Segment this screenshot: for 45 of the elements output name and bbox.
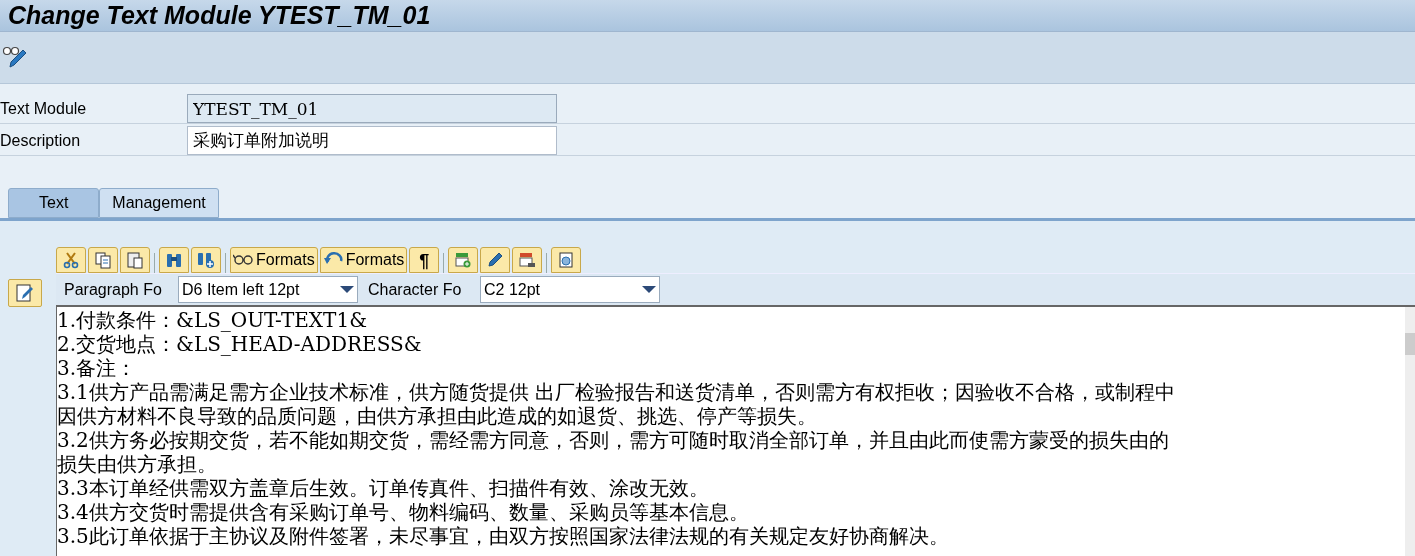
toolbar-button[interactable] — [551, 247, 582, 273]
paragraph-format-label: Paragraph Fo — [64, 279, 163, 300]
toolbar-button[interactable] — [191, 247, 221, 273]
text-line: 3.2供方务必按期交货，若不能如期交货，需经需方同意，否则，需方可随时取消全部订单，并且由此而使需方蒙受的损失由的 — [57, 428, 1169, 452]
text-line: 3.1供方产品需满足需方企业技术标准，供方随货提供 出厂检验报告和送货清单，否则需方有权拒收；因验收不合格，或制程中 — [57, 380, 1176, 404]
window-title: Change Text Module YTEST_TM_01 — [8, 0, 431, 31]
text-line: 2.交货地点：&LS_HEAD-ADDRESS& — [57, 332, 422, 356]
toolbar-button[interactable] — [88, 247, 118, 273]
binoculars-icon — [165, 251, 183, 269]
text-line: 3.4供方交货时需提供含有采购订单号、物料编码、数量、采购员等基本信息。 — [57, 500, 749, 524]
paragraph-format-dropdown[interactable]: D6 Item left 12pt — [178, 276, 358, 303]
delete-row-icon — [518, 251, 537, 269]
scissors-icon — [62, 251, 80, 269]
glasses-icon — [233, 252, 255, 268]
character-format-label: Character Fo — [368, 279, 463, 300]
text-line: 3.备注： — [57, 356, 137, 380]
paste-icon — [126, 251, 144, 269]
copy-icon — [94, 251, 112, 269]
character-format-dropdown[interactable]: C2 12pt — [480, 276, 660, 303]
edit-icon[interactable] — [8, 279, 42, 307]
field-label: Text Module — [0, 98, 88, 119]
toolbar-button[interactable] — [120, 247, 150, 273]
toolbar-button[interactable] — [159, 247, 189, 273]
paragraph-marks-button[interactable]: ¶ — [409, 247, 440, 273]
display-change-icon[interactable] — [2, 44, 28, 70]
tab[interactable]: Text — [8, 188, 100, 218]
text-line: 因供方材料不良导致的品质问题，由供方承担由此造成的如退货、挑选、停产等损失。 — [57, 404, 817, 428]
toolbar-button[interactable] — [448, 247, 479, 273]
toolbar-button[interactable] — [512, 247, 543, 273]
pencil-icon — [486, 251, 505, 269]
tab[interactable]: Management — [99, 188, 219, 218]
toolbar-button[interactable] — [56, 247, 86, 273]
field-label: Description — [0, 130, 82, 151]
document-icon — [557, 251, 576, 269]
scrollbar-thumb[interactable] — [1405, 333, 1415, 355]
formats-button[interactable]: Formats — [319, 247, 408, 273]
formats-button[interactable]: Formats — [230, 247, 318, 273]
input-field[interactable]: 采购订单附加说明 — [187, 126, 557, 155]
text-line: 损失由供方承担。 — [57, 452, 217, 476]
binoculars-plus-icon — [197, 251, 215, 269]
text-line: 1.付款条件：&LS_OUT-TEXT1& — [57, 308, 367, 332]
text-line: 3.5此订单依据于主协议及附件签署，未尽事宜，由双方按照国家法律法规的有关规定友好协商解决。 — [57, 524, 949, 548]
text-line: 3.3本订单经供需双方盖章后生效。订单传真件、扫描件有效、涂改无效。 — [57, 476, 709, 500]
insert-row-icon — [454, 251, 473, 269]
toolbar-button[interactable] — [480, 247, 511, 273]
